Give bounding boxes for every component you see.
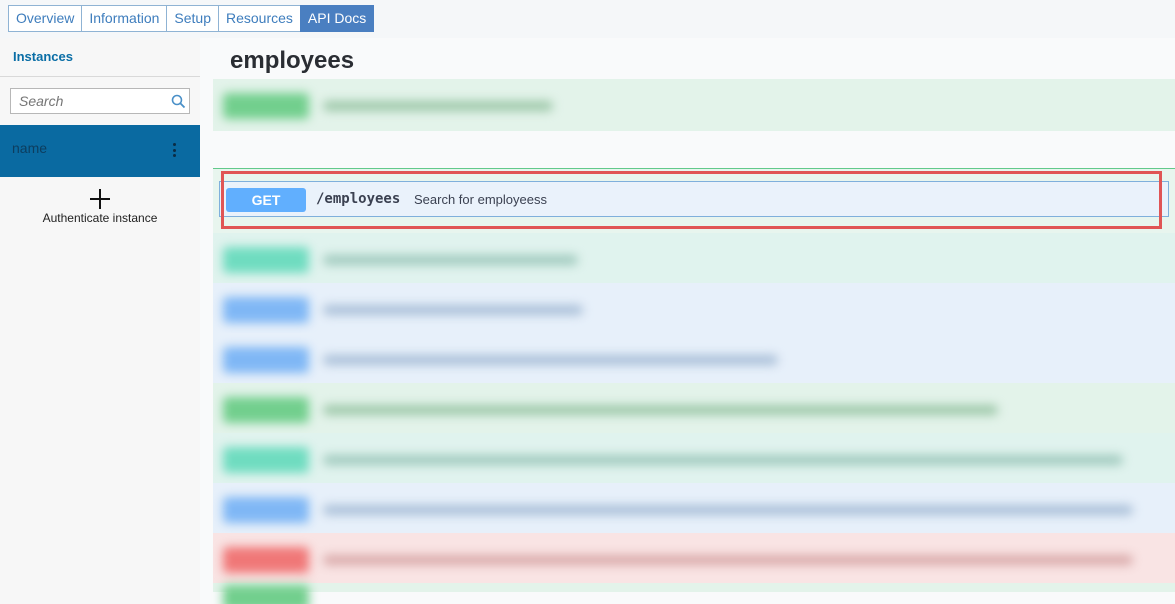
search-input[interactable] [11,89,169,113]
plus-icon [90,189,110,209]
page-title: employees [230,47,355,74]
tab-api-docs[interactable]: API Docs [299,5,375,32]
operation-summary: Search for employeess [414,192,547,207]
operation-row[interactable] [213,583,1175,604]
search-icon[interactable] [171,94,186,109]
main-content: employees GET /employees Search for empl… [213,38,1175,604]
operation-path: /employees [316,191,401,207]
operation-row[interactable] [213,533,1175,585]
operations-list: GET /employees Search for employeess [213,79,1175,604]
sidebar-title: Instances [13,49,73,64]
operation-row[interactable] [213,433,1175,485]
sidebar-divider [0,76,200,77]
operation-row[interactable] [213,333,1175,385]
get-employees-operation[interactable]: GET /employees Search for employeess [219,181,1169,217]
top-tab-bar: Overview Information Setup Resources API… [0,0,1175,38]
authenticate-instance-label: Authenticate instance [42,211,158,225]
app-window: Overview Information Setup Resources API… [0,0,1175,604]
tab-setup[interactable]: Setup [166,5,218,32]
method-badge-get: GET [226,188,306,212]
operation-row[interactable] [213,233,1175,285]
tab-resources[interactable]: Resources [218,5,300,32]
tab-overview[interactable]: Overview [8,5,82,32]
tab-information[interactable]: Information [81,5,167,32]
operation-row[interactable] [213,483,1175,535]
search-box [10,88,190,114]
authenticate-instance-button[interactable]: Authenticate instance [0,189,200,225]
more-options-icon[interactable] [171,143,177,157]
instance-label: name [12,140,48,156]
operation-row[interactable] [213,79,1175,131]
operation-row[interactable] [213,383,1175,435]
sidebar: Instances name Authenticate instance [0,38,200,604]
operation-row[interactable] [213,283,1175,335]
tab-list: Overview Information Setup Resources API… [8,5,375,32]
instance-item[interactable]: name [0,125,200,177]
